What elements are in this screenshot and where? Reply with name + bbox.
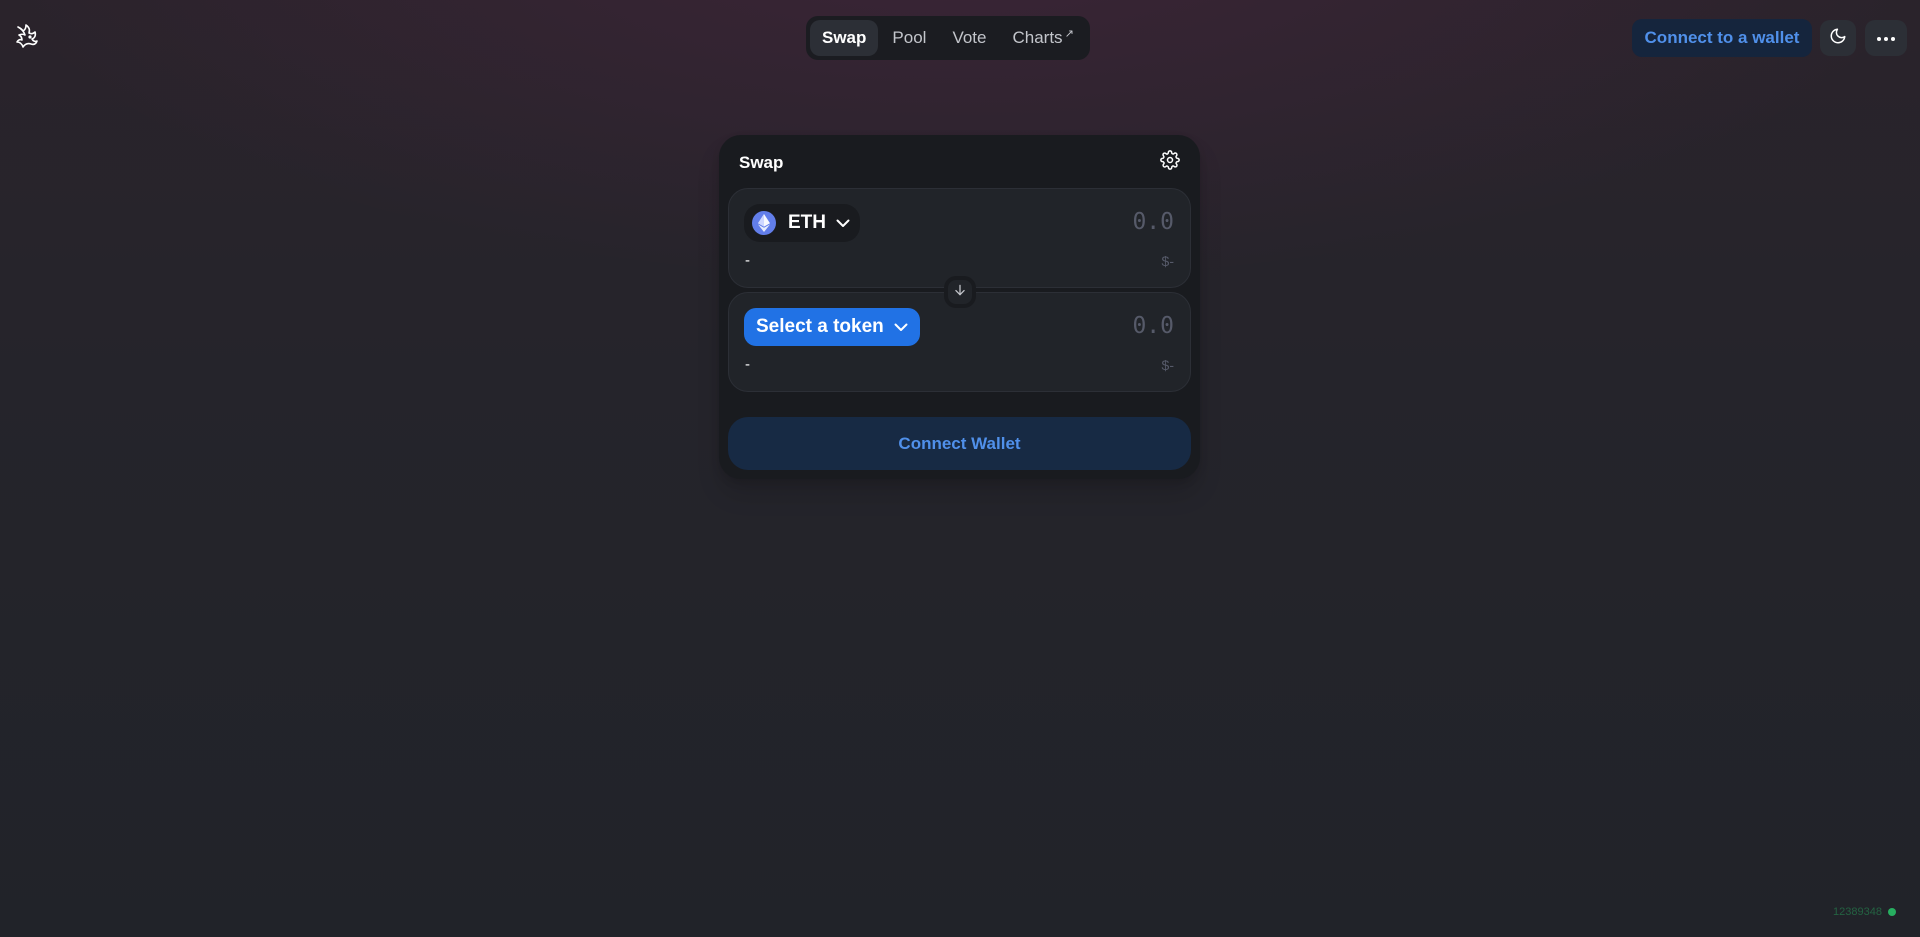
chevron-down-icon — [836, 219, 850, 228]
nav-charts-label: Charts — [1012, 28, 1063, 47]
block-status[interactable]: 12389348 — [1833, 906, 1896, 918]
swap-card-title: Swap — [739, 153, 784, 172]
app-header: Swap Pool Vote Charts ↗ Connect to a wal… — [0, 0, 1920, 76]
nav-pool-label: Pool — [892, 28, 927, 47]
ethereum-icon — [752, 211, 776, 235]
switch-tokens-button[interactable] — [944, 276, 976, 308]
chevron-down-icon — [894, 323, 908, 332]
nav-charts[interactable]: Charts ↗ — [1000, 20, 1085, 56]
swap-card: Swap ETH - — [719, 135, 1200, 479]
swap-input-panel: ETH - $- — [728, 188, 1191, 288]
connect-wallet-header-label: Connect to a wallet — [1644, 28, 1800, 47]
nav-vote-label: Vote — [952, 28, 987, 47]
external-link-icon: ↗ — [1064, 28, 1074, 40]
input-token-select[interactable]: ETH — [744, 204, 860, 242]
connect-wallet-header-button[interactable]: Connect to a wallet — [1632, 19, 1812, 57]
ellipsis-icon — [1876, 29, 1896, 47]
settings-button[interactable] — [1158, 149, 1182, 175]
connect-wallet-label: Connect Wallet — [898, 433, 1021, 453]
select-token-button[interactable]: Select a token — [744, 308, 920, 346]
output-usd-value: $- — [1161, 357, 1174, 373]
input-balance: - — [745, 252, 750, 269]
moon-icon — [1829, 27, 1847, 50]
gear-icon — [1160, 149, 1180, 175]
input-amount-field[interactable] — [974, 209, 1174, 235]
nav-swap-label: Swap — [822, 28, 867, 47]
input-usd-value: $- — [1161, 253, 1174, 269]
unicorn-logo-icon[interactable] — [12, 22, 42, 52]
block-number: 12389348 — [1833, 906, 1882, 918]
select-token-label: Select a token — [756, 316, 884, 337]
connect-wallet-button[interactable]: Connect Wallet — [728, 417, 1191, 470]
arrow-down-icon — [953, 283, 967, 302]
nav-swap[interactable]: Swap — [810, 20, 879, 56]
theme-toggle-button[interactable] — [1820, 20, 1856, 56]
main-nav: Swap Pool Vote Charts ↗ — [806, 16, 1090, 60]
output-amount-field[interactable] — [974, 313, 1174, 339]
status-dot-icon — [1888, 908, 1896, 916]
more-menu-button[interactable] — [1865, 20, 1907, 56]
output-balance: - — [745, 356, 750, 373]
nav-vote[interactable]: Vote — [940, 20, 998, 56]
nav-pool[interactable]: Pool — [880, 20, 938, 56]
input-token-symbol: ETH — [788, 212, 826, 233]
